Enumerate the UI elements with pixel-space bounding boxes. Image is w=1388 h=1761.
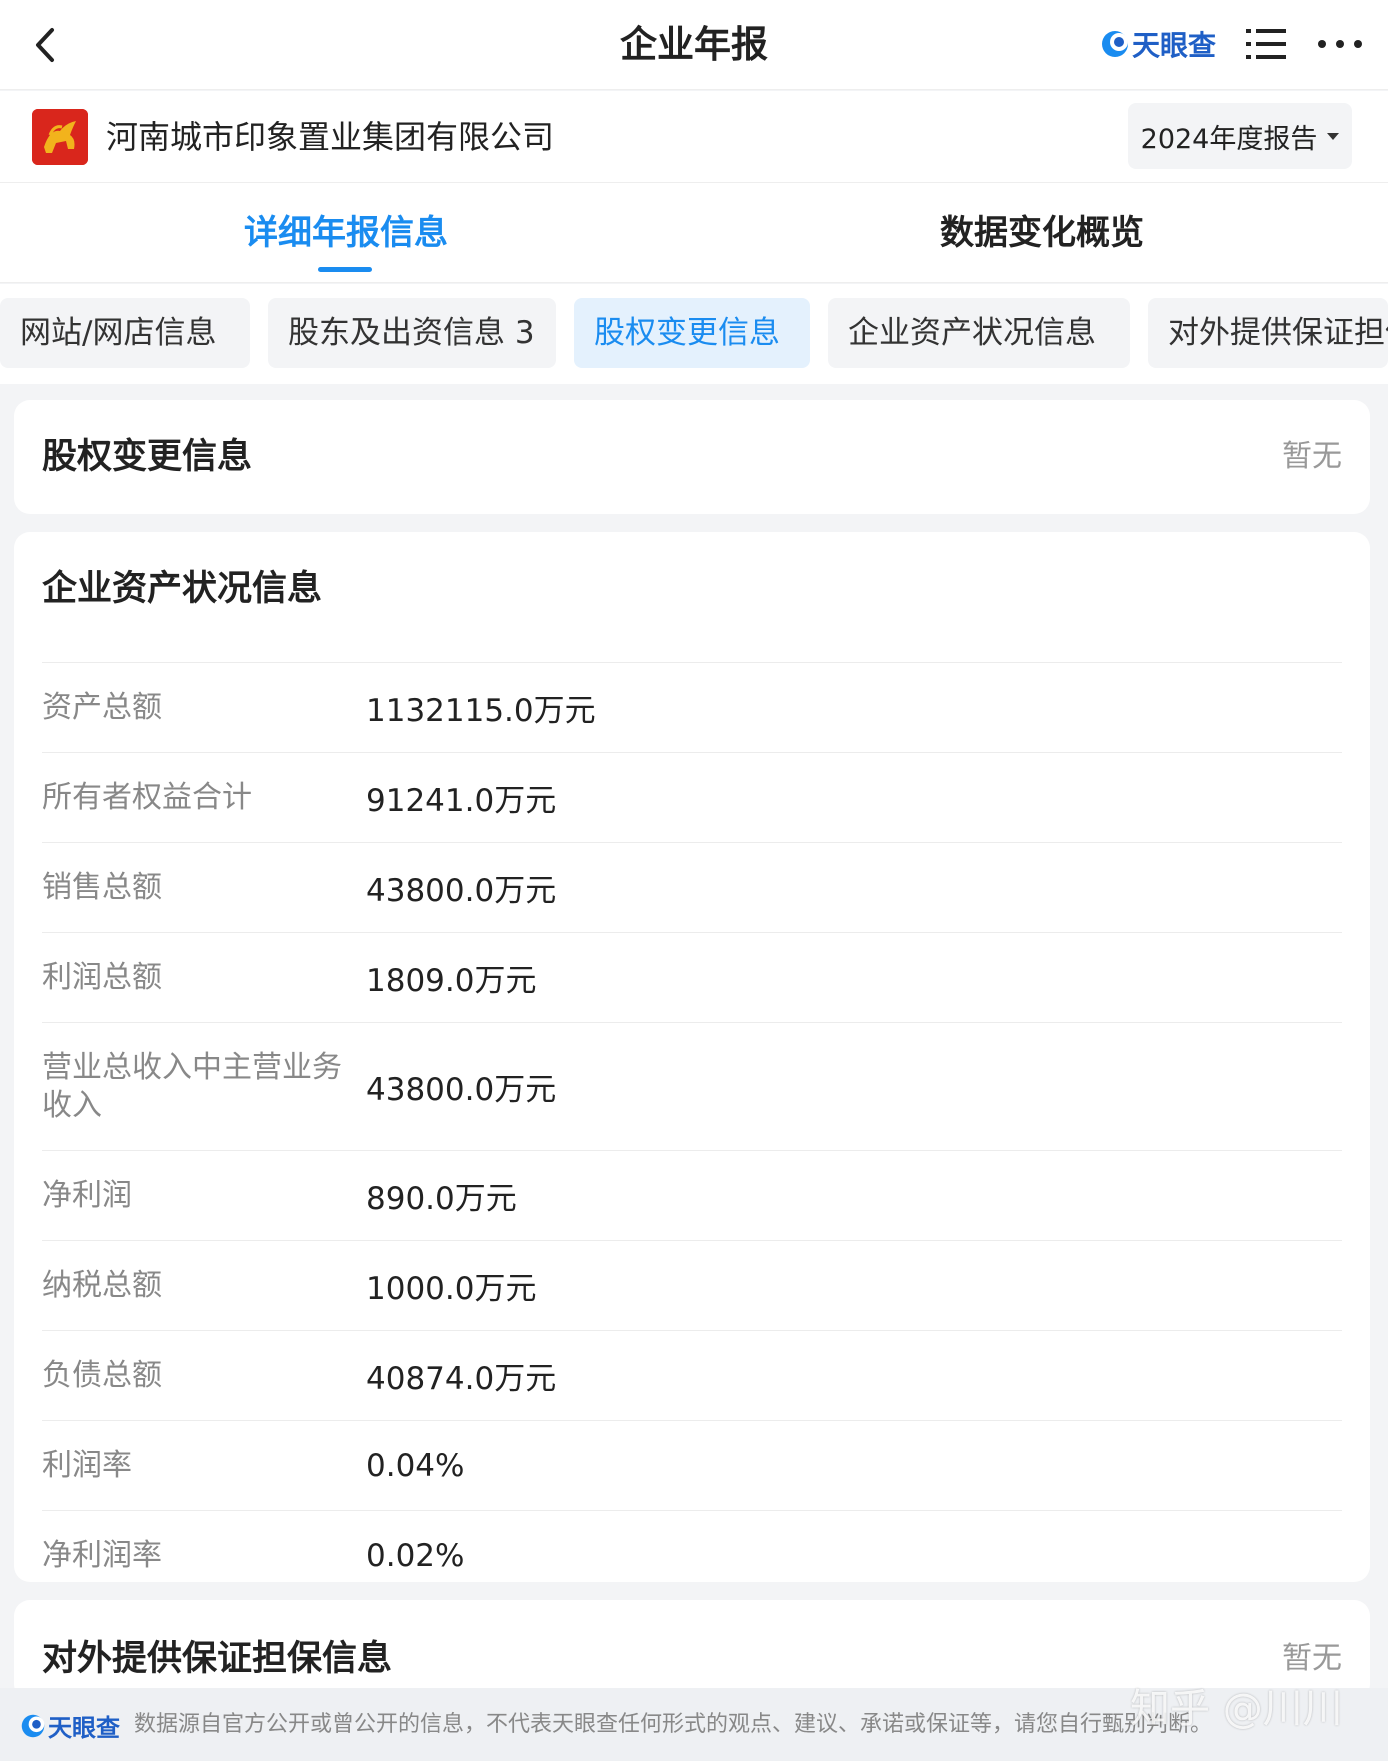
- tianyancha-logo-icon: [1102, 31, 1128, 57]
- equity-change-title: 股权变更信息: [42, 437, 253, 477]
- asset-status-title: 企业资产状况信息: [42, 569, 323, 609]
- table-row: 净利润率 0.02%: [42, 1510, 1342, 1600]
- row-label: 负债总额: [42, 1357, 162, 1393]
- row-label: 利润总额: [42, 959, 162, 995]
- report-year-select[interactable]: 2024年度报告: [1128, 103, 1352, 169]
- row-label: 纳税总额: [42, 1267, 162, 1303]
- row-label: 资产总额: [42, 689, 162, 725]
- section-chip-bar: 网站/网店信息 股东及出资信息 3 股权变更信息 企业资产状况信息 对外提供保证…: [0, 284, 1388, 384]
- table-row: 销售总额 43800.0万元: [42, 842, 1342, 932]
- brand-logo: 天眼查: [1100, 22, 1216, 66]
- watermark: 知乎 @川川: [1130, 1686, 1343, 1732]
- table-row: 营业总收入中主营业务收入 43800.0万元: [42, 1022, 1342, 1150]
- row-value: 890.0万元: [366, 1181, 517, 1217]
- guarantee-title: 对外提供保证担保信息: [42, 1639, 393, 1679]
- more-dots-icon: [1318, 40, 1362, 48]
- table-row: 净利润 890.0万元: [42, 1150, 1342, 1240]
- equity-change-card: 股权变更信息 暂无: [14, 400, 1370, 514]
- footer-brand-name: 天眼查: [48, 1714, 120, 1742]
- footer-brand: 天眼查: [20, 1708, 120, 1743]
- row-value: 1000.0万元: [366, 1271, 537, 1307]
- chip-asset-status[interactable]: 企业资产状况信息: [828, 298, 1130, 368]
- top-nav-bar: 企业年报 天眼查: [0, 0, 1388, 90]
- menu-button[interactable]: [1244, 24, 1288, 64]
- table-row: 资产总额 1132115.0万元: [42, 662, 1342, 752]
- tab-data-change-overview[interactable]: 数据变化概览: [940, 209, 1144, 257]
- row-label: 所有者权益合计: [42, 779, 252, 815]
- brand-name: 天眼查: [1132, 29, 1217, 62]
- company-logo: [32, 109, 88, 165]
- row-label: 营业总收入中主营业务收入: [42, 1049, 342, 1123]
- row-value: 43800.0万元: [366, 1072, 557, 1108]
- row-value: 0.02%: [366, 1537, 465, 1574]
- list-menu-icon: [1246, 29, 1286, 59]
- row-label: 净利润: [42, 1177, 132, 1213]
- table-row: 利润率 0.04%: [42, 1420, 1342, 1510]
- winged-horse-logo-icon: [32, 109, 88, 165]
- more-button[interactable]: [1310, 26, 1370, 62]
- row-label: 销售总额: [42, 869, 162, 905]
- table-row: 所有者权益合计 91241.0万元: [42, 752, 1342, 842]
- table-row: 负债总额 40874.0万元: [42, 1330, 1342, 1420]
- table-row: 利润总额 1809.0万元: [42, 932, 1342, 1022]
- active-tab-indicator: [318, 267, 372, 272]
- company-header: 河南城市印象置业集团有限公司 2024年度报告: [0, 91, 1388, 183]
- chip-website-info[interactable]: 网站/网店信息: [0, 298, 250, 368]
- main-tabs: 详细年报信息 数据变化概览: [0, 183, 1388, 283]
- asset-status-card: 企业资产状况信息 资产总额 1132115.0万元 所有者权益合计 91241.…: [14, 532, 1370, 1582]
- chip-guarantee-info[interactable]: 对外提供保证担保信息: [1148, 298, 1388, 368]
- equity-change-status: 暂无: [1282, 439, 1342, 474]
- chip-equity-change[interactable]: 股权变更信息: [574, 298, 810, 368]
- chip-shareholder-info[interactable]: 股东及出资信息 3: [268, 298, 556, 368]
- row-label: 净利润率: [42, 1537, 162, 1573]
- report-year-label: 2024年度报告: [1140, 123, 1318, 155]
- row-value: 1132115.0万元: [366, 693, 596, 729]
- table-row: 纳税总额 1000.0万元: [42, 1240, 1342, 1330]
- disclaimer-text: 数据源自官方公开或曾公开的信息，不代表天眼查任何形式的观点、建议、承诺或保证等，…: [134, 1712, 1213, 1737]
- row-value: 43800.0万元: [366, 873, 557, 909]
- asset-info-table: 资产总额 1132115.0万元 所有者权益合计 91241.0万元 销售总额 …: [42, 662, 1342, 1600]
- row-value: 0.04%: [366, 1447, 465, 1484]
- tianyancha-logo-icon: [21, 1714, 45, 1737]
- row-label: 利润率: [42, 1447, 132, 1483]
- tab-detailed-report[interactable]: 详细年报信息: [244, 209, 448, 257]
- caret-down-icon: [1327, 132, 1340, 140]
- row-value: 91241.0万元: [366, 783, 557, 819]
- row-value: 40874.0万元: [366, 1361, 557, 1397]
- company-name: 河南城市印象置业集团有限公司: [106, 118, 555, 156]
- row-value: 1809.0万元: [366, 963, 537, 999]
